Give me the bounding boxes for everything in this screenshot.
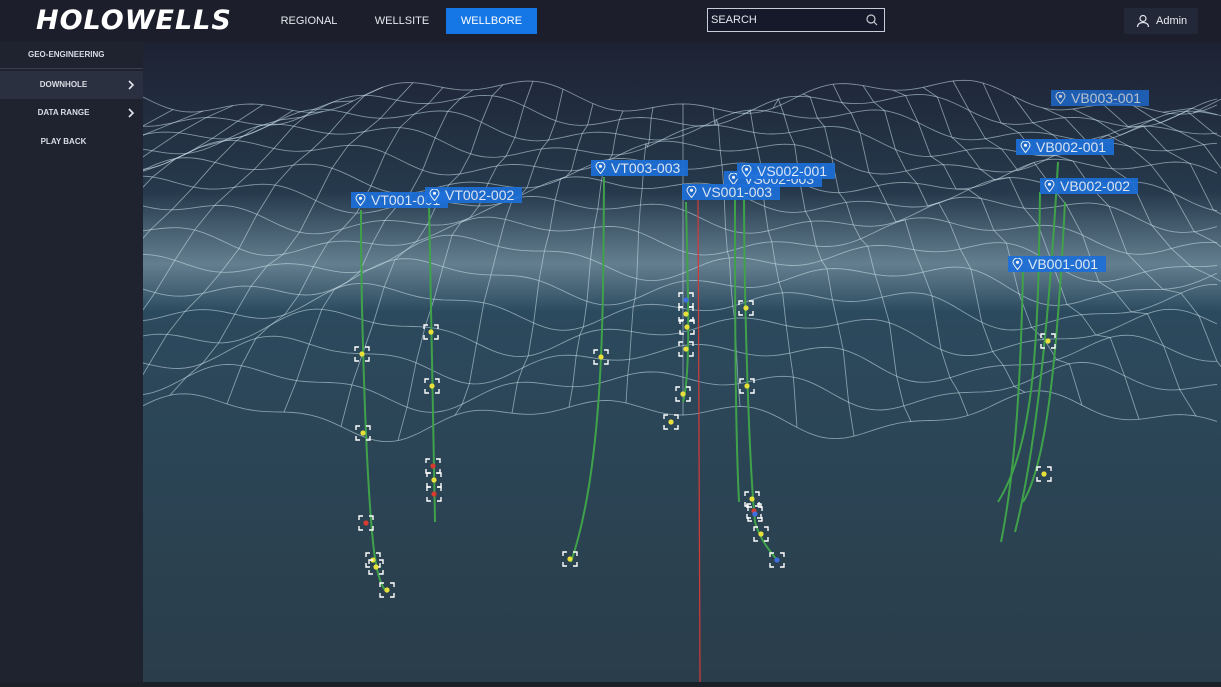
search-icon[interactable]: [866, 14, 878, 26]
location-pin-icon: [741, 165, 752, 177]
location-pin-icon: [1044, 180, 1055, 192]
tab-wellsite[interactable]: WELLSITE: [362, 8, 442, 34]
location-pin-icon: [1012, 258, 1023, 270]
well-label-vt002-002[interactable]: VT002-002: [425, 187, 523, 203]
tab-wellbore[interactable]: WELLBORE: [446, 8, 537, 34]
top-bar: HOLOWELLS REGIONAL WELLSITE WELLBORE Adm…: [0, 0, 1221, 42]
location-pin-icon: [595, 162, 606, 174]
location-pin-icon: [1055, 92, 1066, 104]
location-pin-icon: [1020, 141, 1031, 153]
tab-regional[interactable]: REGIONAL: [269, 8, 349, 34]
sidebar-item-play-back[interactable]: PLAY BACK: [0, 128, 143, 156]
location-pin-icon: [355, 194, 366, 206]
well-label-vt003-003[interactable]: VT003-003: [591, 160, 689, 176]
well-label-vs002-001[interactable]: VS002-001: [737, 163, 836, 179]
user-menu-button[interactable]: Admin: [1124, 8, 1198, 34]
sidebar: GEO-ENGINEERING DOWNHOLE DATA RANGE PLAY…: [0, 42, 143, 682]
sidebar-item-data-range[interactable]: DATA RANGE: [0, 99, 143, 127]
well-label-vb002-002[interactable]: VB002-002: [1040, 178, 1139, 194]
search-input[interactable]: [708, 9, 861, 31]
wellbore-3d-view[interactable]: VT001-001 VT002-002 VT003-003 VS002-003 …: [0, 42, 1221, 683]
user-icon: [1136, 14, 1150, 28]
sidebar-section-title: GEO-ENGINEERING: [0, 42, 143, 69]
location-pin-icon: [429, 189, 440, 201]
search-box: [707, 8, 885, 32]
well-label-vb002-001[interactable]: VB002-001: [1016, 139, 1115, 155]
well-label-vb003-001[interactable]: VB003-001: [1051, 90, 1150, 106]
user-name: Admin: [1156, 15, 1188, 27]
location-pin-icon: [686, 186, 697, 198]
well-label-vs001-003[interactable]: VS001-003: [682, 184, 781, 200]
well-label-vb001-001[interactable]: VB001-001: [1008, 256, 1107, 272]
app-logo: HOLOWELLS: [36, 5, 232, 36]
scene-canvas: [0, 42, 1221, 683]
sidebar-item-downhole[interactable]: DOWNHOLE: [0, 71, 143, 99]
chevron-right-icon: [128, 80, 135, 90]
chevron-right-icon: [128, 108, 135, 118]
